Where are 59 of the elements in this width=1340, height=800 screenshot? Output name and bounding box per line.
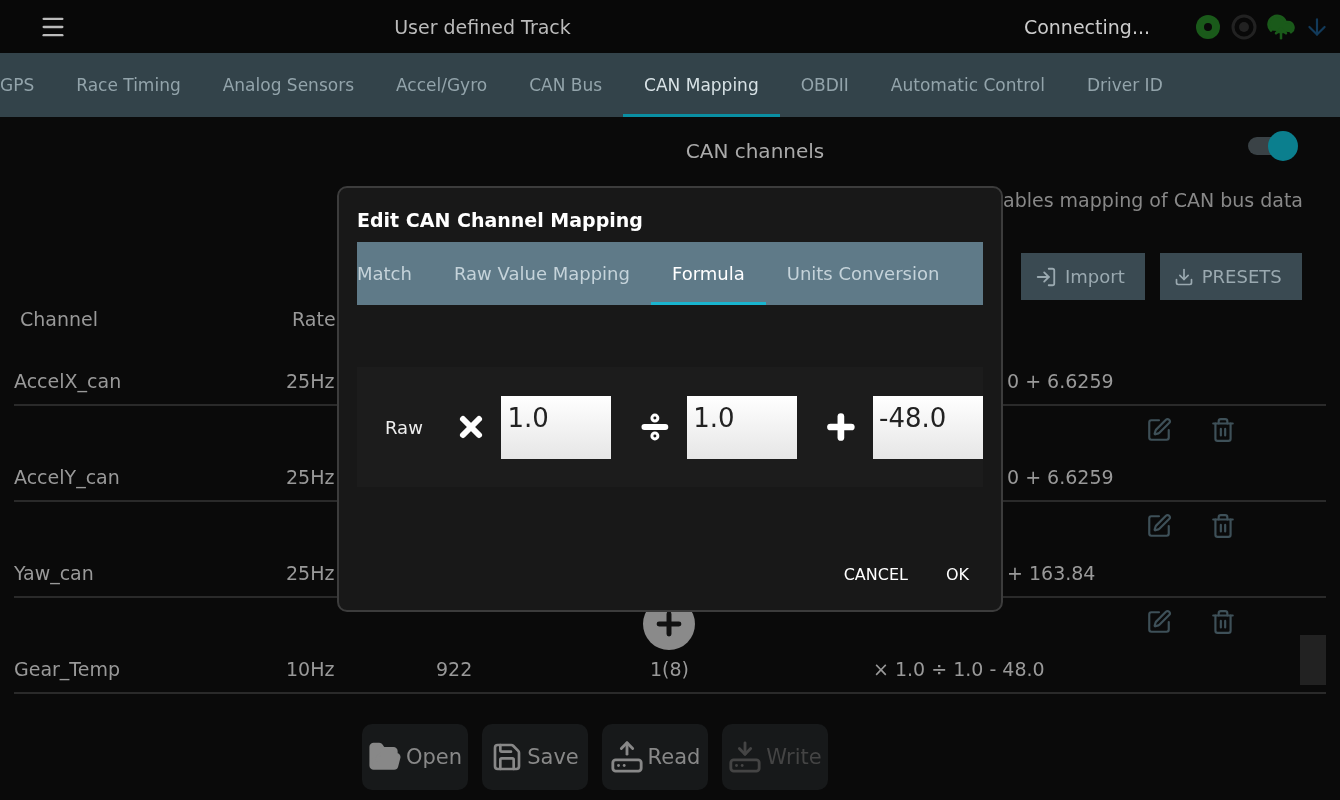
column-header: Rate: [292, 308, 337, 330]
download-icon: [1173, 266, 1194, 287]
ok-button[interactable]: OK: [931, 557, 983, 592]
table-cell: 0 + 6.6259: [1007, 370, 1114, 392]
table-cell-text: × 1.0 ÷ 1.0 - 48.0: [873, 658, 1046, 680]
connection-status: Connecting...: [1023, 15, 1150, 38]
table-cell-text: 1(8): [650, 658, 690, 680]
table-cell-text: 25Hz: [286, 562, 336, 584]
tab[interactable]: Units Conversion: [765, 242, 961, 305]
presets-button[interactable]: PRESETS: [1159, 253, 1302, 300]
table-cell: 0 + 6.6259: [1007, 466, 1114, 488]
dialog-title: Edit CAN Channel Mapping: [357, 208, 644, 233]
table-cell-text: Gear_Temp: [14, 658, 121, 680]
import-icon: [1035, 265, 1057, 288]
tab[interactable]: GPS: [0, 53, 56, 117]
input-field[interactable]: -48.0: [873, 395, 983, 459]
input-field[interactable]: 1.0: [501, 395, 612, 459]
table-cell-text: 10Hz: [286, 658, 336, 680]
tab[interactable]: Accel/Gyro: [375, 53, 509, 117]
input-field[interactable]: 1.0: [687, 395, 798, 459]
raw-label: Raw: [385, 416, 424, 438]
table-cell: + 163.84: [1007, 562, 1096, 584]
table-cell-text: Yaw_can: [14, 562, 95, 584]
delete-icon[interactable]: [1210, 417, 1236, 443]
delete-icon[interactable]: [1210, 609, 1236, 635]
save-button[interactable]: Save: [482, 724, 588, 790]
tab[interactable]: OBDII: [779, 53, 870, 117]
delete-icon[interactable]: [1210, 513, 1236, 539]
read-button[interactable]: Read: [602, 724, 708, 790]
tab[interactable]: Analog Sensors: [201, 53, 375, 117]
tab[interactable]: CAN Mapping: [623, 53, 780, 117]
table-cell-text: AccelX_can: [14, 370, 123, 392]
cancel-button[interactable]: CANCEL: [829, 557, 922, 592]
tab[interactable]: Automatic Control: [869, 53, 1066, 117]
toggle-switch[interactable]: [1248, 131, 1298, 161]
edit-icon[interactable]: [1146, 609, 1172, 635]
section-title: CAN channels: [685, 139, 825, 163]
edit-icon[interactable]: [1146, 513, 1172, 539]
column-header: Channel: [20, 308, 99, 330]
tab[interactable]: Race Timing: [55, 53, 202, 117]
upload-icon: [609, 740, 644, 774]
tab[interactable]: CAN Bus: [508, 53, 624, 117]
description: ables mapping of CAN bus data: [1003, 189, 1303, 211]
table-cell-text: 25Hz: [286, 466, 336, 488]
import-button[interactable]: Import: [1021, 253, 1145, 300]
target-icon: [1194, 12, 1222, 41]
track-title: User defined Track: [394, 15, 571, 38]
scrollbar[interactable]: [1300, 635, 1326, 685]
download-icon: [728, 740, 763, 774]
table-cell-text: 25Hz: [286, 370, 336, 392]
table-cell-text: 922: [436, 658, 474, 680]
tab[interactable]: Match: [357, 242, 433, 305]
tab[interactable]: Raw Value Mapping: [432, 242, 651, 305]
tab[interactable]: Driver ID: [1065, 53, 1184, 117]
open-button[interactable]: Open: [362, 724, 468, 790]
table-cell-text: AccelY_can: [14, 466, 121, 488]
target-icon: [1230, 12, 1258, 41]
edit-icon[interactable]: [1146, 417, 1172, 443]
tab[interactable]: Formula: [650, 242, 766, 305]
